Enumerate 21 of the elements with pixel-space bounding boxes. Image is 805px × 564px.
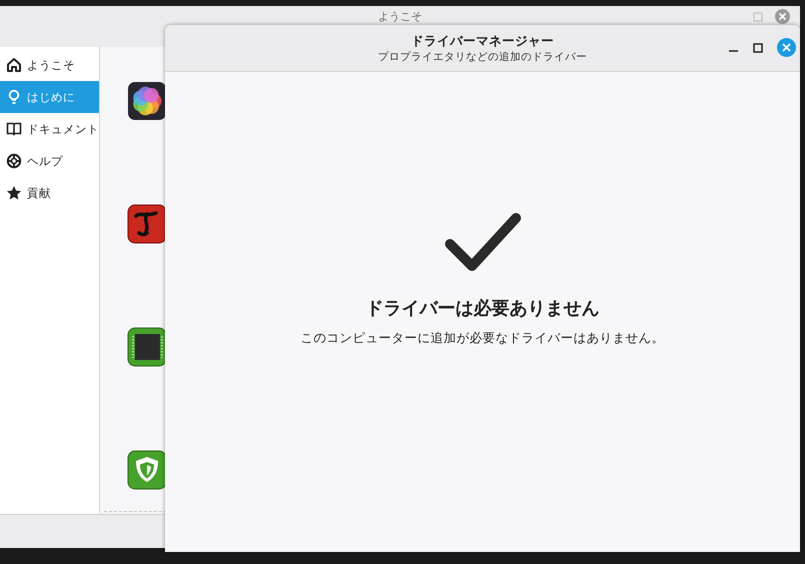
lightbulb-icon [6, 89, 22, 105]
book-icon [6, 121, 22, 137]
window-subtitle: プロプライエタリなどの追加のドライバー [378, 50, 587, 64]
chip-app-icon [127, 327, 167, 367]
window-title: ドライバーマネージャー [411, 32, 554, 50]
home-icon [6, 57, 22, 73]
photos-app-icon [127, 81, 167, 121]
star-icon [6, 185, 22, 201]
sidebar-item[interactable]: ヘルプ [0, 145, 99, 177]
sidebar-item[interactable]: ドキュメント [0, 113, 99, 145]
maximize-icon[interactable] [753, 42, 763, 52]
sidebar-item[interactable]: 貢献 [0, 177, 99, 209]
checkmark-icon [444, 212, 520, 274]
font-app-icon [127, 204, 167, 244]
lifebuoy-icon [6, 153, 22, 169]
status-heading: ドライバーは必要ありません [366, 297, 600, 320]
sidebar-item[interactable]: ようこそ [0, 49, 99, 81]
close-icon[interactable] [777, 38, 796, 57]
status-message: このコンピューターに追加が必要なドライバーはありません。 [300, 330, 664, 347]
close-icon[interactable] [775, 9, 790, 24]
window-title: ようこそ [378, 9, 422, 24]
